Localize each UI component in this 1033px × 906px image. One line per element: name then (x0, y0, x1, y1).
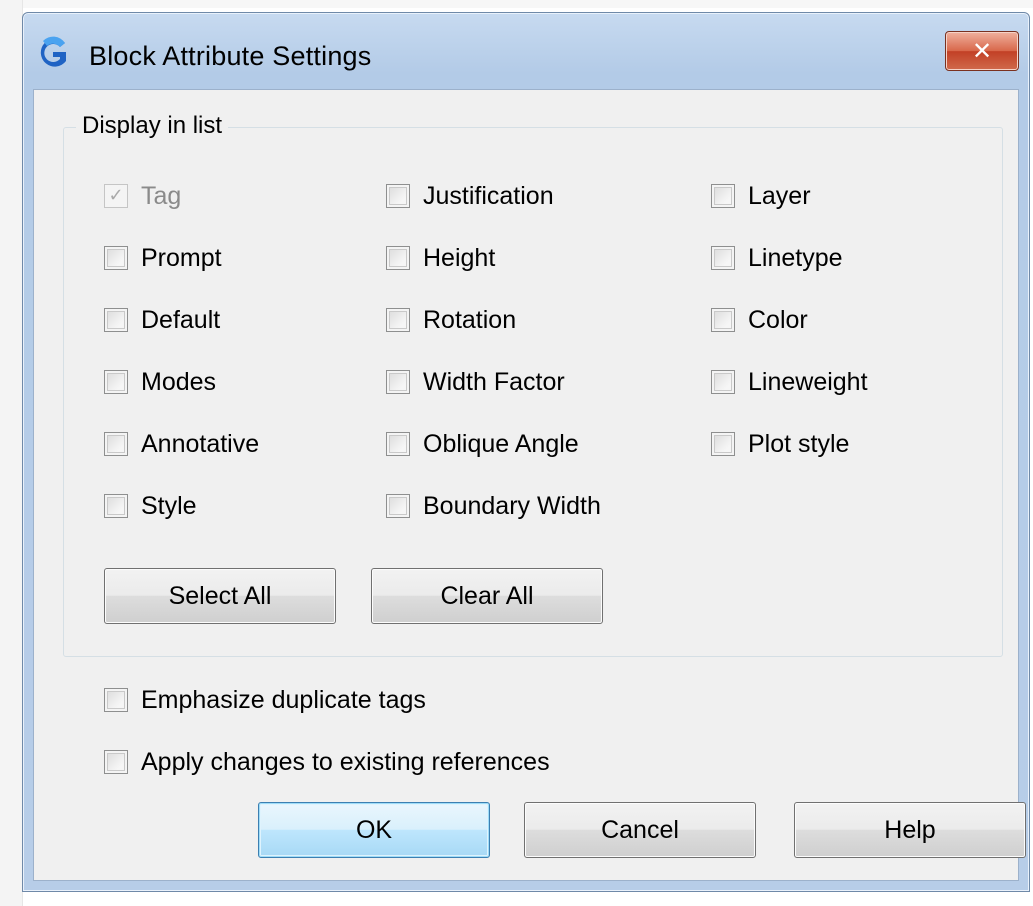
checkbox-width-factor[interactable]: Width Factor (386, 364, 565, 400)
checkbox-emphasize-duplicate-tags[interactable]: Emphasize duplicate tags (104, 682, 426, 718)
checkbox-label: Oblique Angle (423, 429, 579, 458)
clear-all-button[interactable]: Clear All (371, 568, 603, 624)
gstarcad-logo-icon (40, 36, 66, 67)
checkbox-box[interactable] (104, 308, 128, 332)
window-title: Block Attribute Settings (89, 41, 372, 71)
cancel-button[interactable]: Cancel (524, 802, 756, 858)
close-icon: ✕ (971, 37, 993, 65)
checkbox-box[interactable] (711, 432, 735, 456)
checkbox-label: Width Factor (423, 367, 565, 396)
checkbox-box[interactable] (104, 494, 128, 518)
backdrop-top-strip (0, 0, 1033, 8)
checkbox-label: Modes (141, 367, 217, 396)
close-button[interactable]: ✕ (945, 31, 1019, 71)
checkbox-box[interactable] (104, 688, 128, 712)
checkbox-label: Height (423, 243, 496, 272)
checkbox-color[interactable]: Color (711, 302, 808, 338)
checkbox-prompt[interactable]: Prompt (104, 240, 222, 276)
checkbox-label: Apply changes to existing references (141, 747, 550, 776)
checkbox-box-tag[interactable]: ✓ (104, 184, 128, 208)
checkbox-box[interactable] (104, 750, 128, 774)
checkbox-box[interactable] (386, 246, 410, 270)
checkbox-box[interactable] (386, 184, 410, 208)
ok-button[interactable]: OK (258, 802, 490, 858)
checkbox-annotative[interactable]: Annotative (104, 426, 259, 462)
checkbox-label: Justification (423, 181, 554, 210)
checkbox-label: Plot style (748, 429, 850, 458)
select-all-button[interactable]: Select All (104, 568, 336, 624)
checkbox-box[interactable] (711, 184, 735, 208)
checkbox-modes[interactable]: Modes (104, 364, 216, 400)
checkbox-apply-changes[interactable]: Apply changes to existing references (104, 744, 550, 780)
display-in-list-title: Display in list (76, 112, 229, 140)
checkbox-tag[interactable]: ✓ Tag (104, 178, 181, 214)
checkbox-box[interactable] (711, 246, 735, 270)
checkbox-justification[interactable]: Justification (386, 178, 554, 214)
checkbox-style[interactable]: Style (104, 488, 197, 524)
checkbox-label: Emphasize duplicate tags (141, 685, 426, 714)
help-button[interactable]: Help (794, 802, 1026, 858)
checkbox-box[interactable] (711, 308, 735, 332)
checkbox-label: Prompt (141, 243, 222, 272)
checkbox-linetype[interactable]: Linetype (711, 240, 843, 276)
checkbox-box[interactable] (386, 370, 410, 394)
checkbox-boundary-width[interactable]: Boundary Width (386, 488, 601, 524)
checkbox-box[interactable] (386, 432, 410, 456)
checkbox-label: Boundary Width (423, 491, 601, 520)
checkbox-label: Tag (141, 181, 182, 210)
checkbox-layer[interactable]: Layer (711, 178, 811, 214)
checkbox-label: Layer (748, 181, 811, 210)
checkmark-icon: ✓ (108, 185, 124, 206)
backdrop-left-strip (0, 0, 23, 906)
checkbox-rotation[interactable]: Rotation (386, 302, 516, 338)
checkbox-box[interactable] (104, 246, 128, 270)
dialog-client-area: Display in list ✓ Tag Prompt Default Mod… (33, 89, 1026, 881)
block-attribute-settings-dialog: Block Attribute Settings ✕ Display in li… (22, 12, 1030, 892)
checkbox-label: Default (141, 305, 221, 334)
title-bar[interactable]: Block Attribute Settings ✕ (23, 13, 1029, 89)
checkbox-label: Linetype (748, 243, 843, 272)
checkbox-box[interactable] (104, 432, 128, 456)
checkbox-box[interactable] (386, 308, 410, 332)
checkbox-box[interactable] (104, 370, 128, 394)
checkbox-oblique-angle[interactable]: Oblique Angle (386, 426, 579, 462)
checkbox-default[interactable]: Default (104, 302, 220, 338)
checkbox-label: Color (748, 305, 808, 334)
checkbox-box[interactable] (386, 494, 410, 518)
checkbox-label: Annotative (141, 429, 260, 458)
checkbox-label: Style (141, 491, 197, 520)
checkbox-lineweight[interactable]: Lineweight (711, 364, 868, 400)
checkbox-box[interactable] (711, 370, 735, 394)
checkbox-label: Lineweight (748, 367, 868, 396)
checkbox-plot-style[interactable]: Plot style (711, 426, 849, 462)
checkbox-height[interactable]: Height (386, 240, 495, 276)
checkbox-label: Rotation (423, 305, 517, 334)
